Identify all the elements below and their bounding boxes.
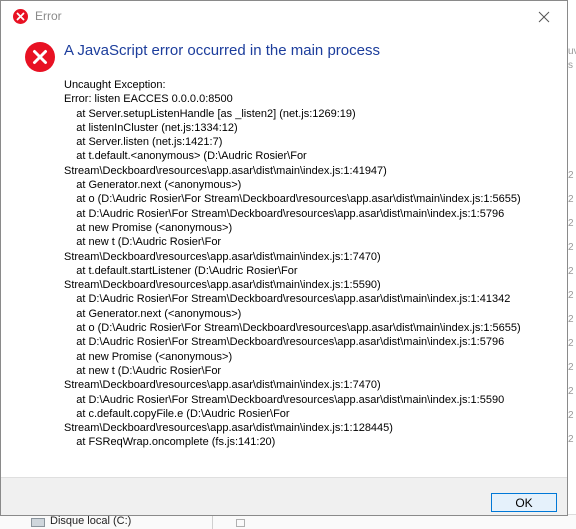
message-line: at o (D:\Audric Rosier\For Stream\Deckbo… [64, 322, 521, 335]
background-fragment: uv [568, 46, 576, 57]
title-bar[interactable]: Error [1, 1, 567, 32]
message-line: at new t (D:\Audric Rosier\For [64, 364, 222, 377]
message-line: at FSReqWrap.oncomplete (fs.js:141:20) [64, 436, 276, 449]
background-fragment: 2 [568, 242, 574, 253]
background-fragment: 2 [568, 266, 574, 277]
background-fragment: 2 [568, 410, 574, 421]
background-status-bar: Disque local (C:) [0, 514, 576, 529]
message-line: at D:\Audric Rosier\For Stream\Deckboard… [64, 207, 505, 220]
message-line: at t.default.<anonymous> (D:\Audric Rosi… [64, 150, 307, 163]
message-line: at D:\Audric Rosier\For Stream\Deckboard… [64, 336, 505, 349]
dialog-content: A JavaScript error occurred in the main … [1, 32, 567, 477]
message-line: at new t (D:\Audric Rosier\For [64, 236, 222, 249]
message-line: at Server.listen (net.js:1421:7) [64, 136, 223, 149]
ok-button[interactable]: OK [491, 493, 557, 512]
background-right-pane: uv s 2 2 2 2 2 2 2 2 2 2 2 2 [567, 0, 576, 529]
error-dialog: Error A JavaScript error occurred in the… [0, 0, 568, 516]
message-line: at listenInCluster (net.js:1334:12) [64, 121, 238, 134]
dialog-footer: OK [1, 477, 567, 515]
error-message: Uncaught Exception: Error: listen EACCES … [64, 78, 559, 450]
message-line: Error: listen EACCES 0.0.0.0:8500 [64, 93, 233, 106]
message-line: at new Promise (<anonymous>) [64, 350, 233, 363]
message-line: at Server.setupListenHandle [as _listen2… [64, 107, 356, 120]
message-line: at c.default.copyFile.e (D:\Audric Rosie… [64, 407, 290, 420]
drive-label[interactable]: Disque local (C:) [50, 515, 131, 527]
message-line: Stream\Deckboard\resources\app.asar\dist… [64, 279, 381, 292]
background-fragment: 2 [568, 314, 574, 325]
background-fragment: 2 [568, 434, 574, 445]
pane-divider [212, 515, 213, 529]
background-fragment: s [568, 60, 573, 71]
background-fragment: 2 [568, 338, 574, 349]
background-fragment: 2 [568, 194, 574, 205]
checkbox-icon[interactable] [236, 519, 245, 527]
background-fragment: 2 [568, 386, 574, 397]
message-line: at Generator.next (<anonymous>) [64, 179, 242, 192]
message-line: at t.default.startListener (D:\Audric Ro… [64, 264, 298, 277]
error-icon [25, 42, 55, 72]
close-button[interactable] [521, 1, 567, 32]
message-line: at o (D:\Audric Rosier\For Stream\Deckbo… [64, 193, 521, 206]
message-line: Stream\Deckboard\resources\app.asar\dist… [64, 250, 381, 263]
background-fragment: 2 [568, 218, 574, 229]
message-line: Stream\Deckboard\resources\app.asar\dist… [64, 422, 393, 435]
error-icon [13, 9, 28, 24]
message-line: at new Promise (<anonymous>) [64, 221, 233, 234]
message-line: at D:\Audric Rosier\For Stream\Deckboard… [64, 293, 511, 306]
background-fragment: 2 [568, 362, 574, 373]
window-title: Error [35, 9, 62, 23]
background-fragment: 2 [568, 290, 574, 301]
message-line: Uncaught Exception: [64, 79, 166, 91]
drive-icon [31, 518, 45, 527]
message-line: at Generator.next (<anonymous>) [64, 307, 242, 320]
close-icon [538, 11, 550, 22]
message-line: at D:\Audric Rosier\For Stream\Deckboard… [64, 393, 505, 406]
background-fragment: 2 [568, 170, 574, 181]
message-line: Stream\Deckboard\resources\app.asar\dist… [64, 164, 387, 177]
main-instruction: A JavaScript error occurred in the main … [64, 42, 380, 59]
message-line: Stream\Deckboard\resources\app.asar\dist… [64, 379, 381, 392]
